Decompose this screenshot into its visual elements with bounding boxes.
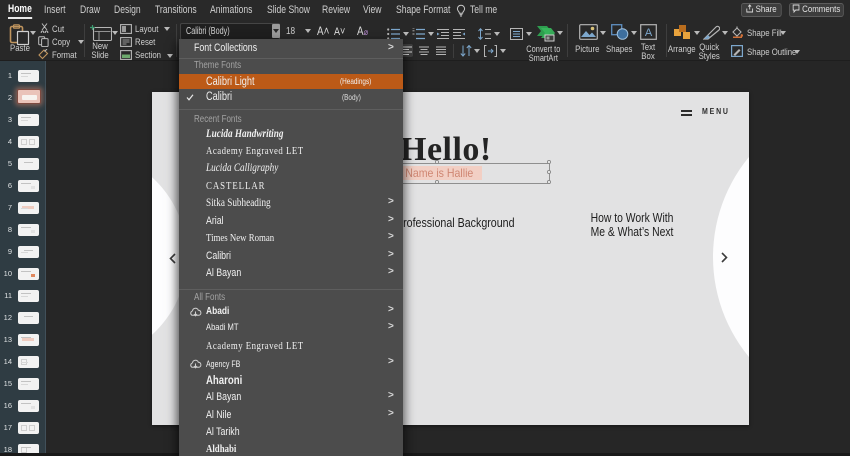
svg-text:A: A bbox=[645, 27, 653, 39]
